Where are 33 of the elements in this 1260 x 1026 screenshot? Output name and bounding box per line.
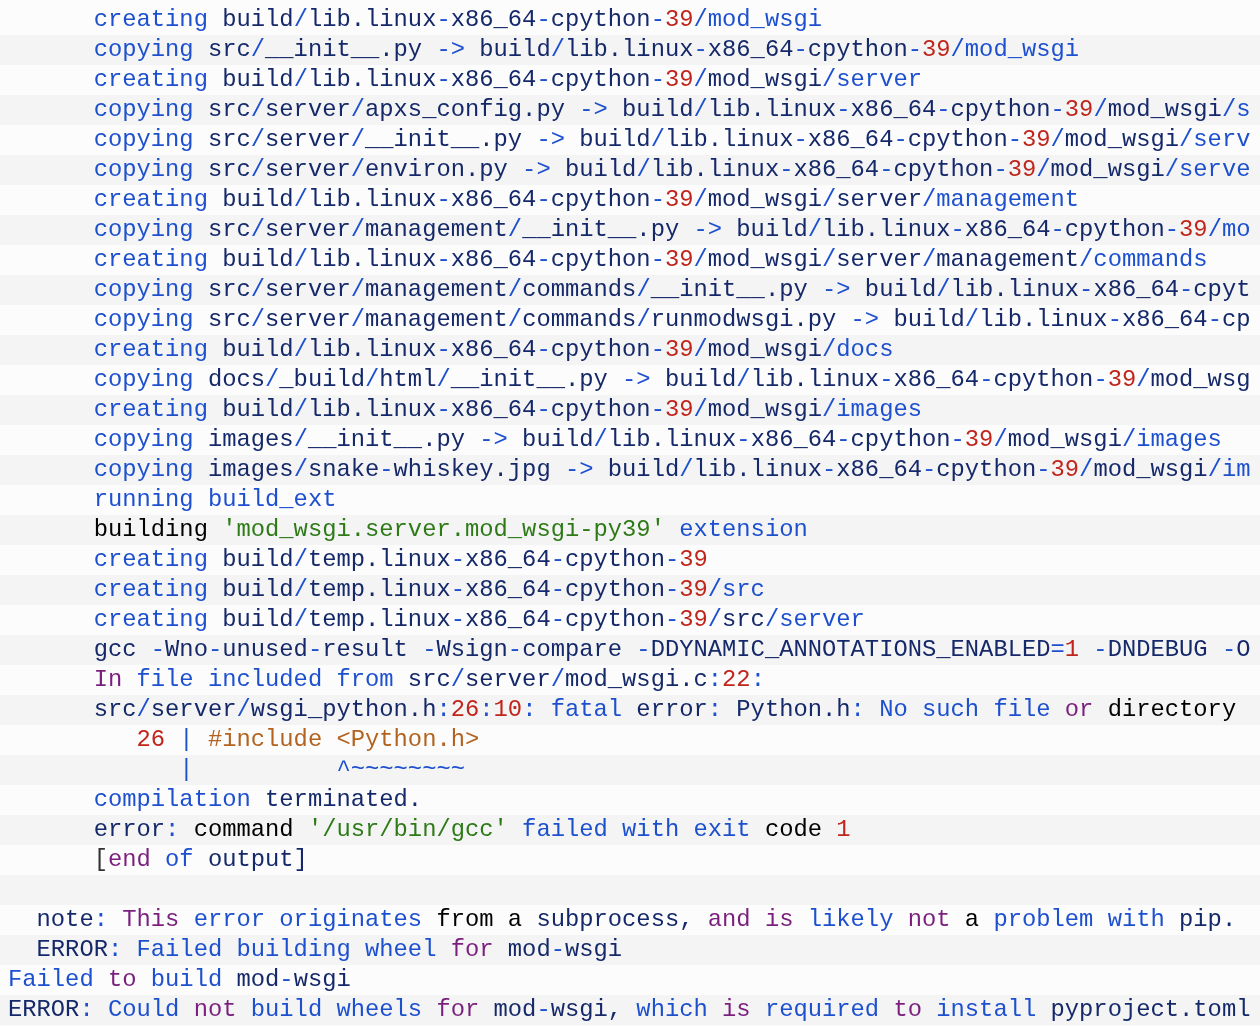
code-line: In file included from src/server/mod_wsgi.c:22: <box>92 665 765 695</box>
code-line: copying src/server/management/commands/__init__.py -> build/lib.linux-x86_64-cpyt <box>92 275 1251 305</box>
code-line: 26 | #include <Python.h> <box>135 725 480 755</box>
code-line: copying src/server/management/__init__.py -> build/lib.linux-x86_64-cpython-39/mo <box>92 215 1251 245</box>
code-line: [end of output] <box>92 845 308 875</box>
code-line: copying images/snake-whiskey.jpg -> build/lib.linux-x86_64-cpython-39/mod_wsgi/im <box>92 455 1251 485</box>
code-line: error: command '/usr/bin/gcc' failed with exit code 1 <box>92 815 851 845</box>
code-line: copying images/__init__.py -> build/lib.linux-x86_64-cpython-39/mod_wsgi/images <box>92 425 1222 455</box>
code-line: creating build/temp.linux-x86_64-cpython-39/src <box>92 575 765 605</box>
code-line: copying docs/_build/html/__init__.py -> build/lib.linux-x86_64-cpython-39/mod_wsg <box>92 365 1251 395</box>
code-line: | ^~~~~~~~~ <box>178 755 465 785</box>
code-line: ERROR: Failed building wheel for mod-wsgi <box>35 935 623 965</box>
code-line: compilation terminated. <box>92 785 423 815</box>
code-line: copying src/server/__init__.py -> build/lib.linux-x86_64-cpython-39/mod_wsgi/serv <box>92 125 1251 155</box>
code-line: building 'mod_wsgi.server.mod_wsgi-py39' extension <box>92 515 808 545</box>
code-line: creating build/lib.linux-x86_64-cpython-39/mod_wsgi/server/management/commands <box>92 245 1208 275</box>
code-line: copying src/server/apxs_config.py -> build/lib.linux-x86_64-cpython-39/mod_wsgi/s <box>92 95 1251 125</box>
code-line: ERROR: Could not build wheels for mod-wsgi, which is required to install pyproject.toml <box>8 995 1251 1025</box>
code-line: creating build/lib.linux-x86_64-cpython-39/mod_wsgi/docs <box>92 335 894 365</box>
code-line: creating build/temp.linux-x86_64-cpython-39/src/server <box>92 605 865 635</box>
code-line: copying src/server/management/commands/runmodwsgi.py -> build/lib.linux-x86_64-cp <box>92 305 1251 335</box>
code-line: creating build/lib.linux-x86_64-cpython-39/mod_wsgi/images <box>92 395 922 425</box>
code-line: Failed to build mod-wsgi <box>8 965 351 995</box>
code-line: note: This error originates from a subprocess, and is likely not a problem with pip. <box>35 905 1237 935</box>
code-line: creating build/lib.linux-x86_64-cpython-39/mod_wsgi/server <box>92 65 922 95</box>
code-line: copying src/__init__.py -> build/lib.linux-x86_64-cpython-39/mod_wsgi <box>92 35 1080 65</box>
code-line: running build_ext <box>92 485 337 515</box>
code-line: copying src/server/environ.py -> build/lib.linux-x86_64-cpython-39/mod_wsgi/serve <box>92 155 1251 185</box>
code-line: src/server/wsgi_python.h:26:10: fatal error: Python.h: No such file or directory <box>92 695 1237 725</box>
code-line: creating build/lib.linux-x86_64-cpython-39/mod_wsgi <box>92 5 823 35</box>
code-line: creating build/lib.linux-x86_64-cpython-39/mod_wsgi/server/management <box>92 185 1080 215</box>
code-line: creating build/temp.linux-x86_64-cpython-39 <box>92 545 708 575</box>
code-line: gcc -Wno-unused-result -Wsign-compare -DDYNAMIC_ANNOTATIONS_ENABLED=1 -DNDEBUG -O <box>92 635 1251 665</box>
